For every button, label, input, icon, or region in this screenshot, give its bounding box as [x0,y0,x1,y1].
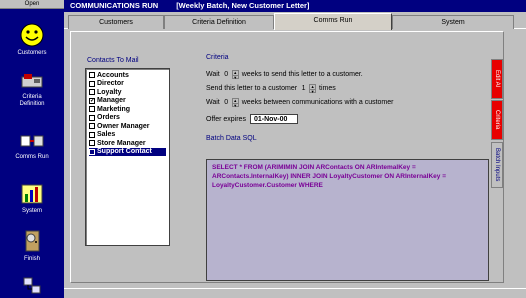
window-title: COMMUNICATIONS RUN [70,1,159,10]
contact-item-store-manager[interactable]: Store Manager [89,139,166,148]
contact-label: Store Manager [97,139,146,147]
sidebar-item-label: System [21,208,42,214]
contact-label: Support Contact [97,148,152,156]
checkbox[interactable] [89,140,95,147]
vtab-batch-inputs[interactable]: Batch Inputs [491,142,503,188]
chart-icon [21,184,43,204]
contact-item-accounts[interactable]: Accounts [89,71,166,80]
contact-item-orders[interactable]: Orders [89,114,166,123]
sidebar-item-system[interactable]: System [0,182,64,215]
sidebar-item-label: Customers [17,50,47,56]
comms-run-panel: Contacts To Mail Accounts Director Loyal… [70,31,504,283]
wait-send-value[interactable]: 0 [224,71,229,78]
send-times-spinner[interactable]: ▲ ▼ [309,84,317,94]
contact-item-owner-manager[interactable]: Owner Manager [89,122,166,131]
sidebar: Open Customers Criteria Definition Comms… [0,0,64,298]
wait-send-suffix: weeks to send this letter to a customer. [241,71,363,78]
window-subtitle: [Weekly Batch, New Customer Letter] [176,1,310,10]
contact-label: Accounts [97,71,129,79]
criteria-group-title: Criteria [206,54,229,61]
checkbox[interactable] [89,148,95,155]
spin-down-icon[interactable]: ▼ [232,103,238,108]
contacts-group-title: Contacts To Mail [87,57,139,64]
send-times-row: Send this letter to a customer 1 ▲ ▼ time… [206,84,336,94]
tab-criteria-definition[interactable]: Criteria Definition [164,15,274,29]
checkbox-checked[interactable]: ✓ [89,97,95,104]
sidebar-item-label: Criteria Definition [19,94,45,107]
wait-send-spinner[interactable]: ▲ ▼ [231,70,239,80]
contact-label: Owner Manager [97,122,150,130]
checkbox[interactable] [89,123,95,130]
window-title-bar: COMMUNICATIONS RUN [Weekly Batch, New Cus… [64,0,526,12]
contact-item-marketing[interactable]: Marketing [89,105,166,114]
send-prefix: Send this letter to a customer [206,85,298,92]
contact-label: Manager [97,97,126,105]
wait-between-value[interactable]: 0 [224,99,229,106]
offer-expires-row: Offer expires 01-Nov-00 [206,114,298,124]
wait-send-row: Wait 0 ▲ ▼ weeks to send this letter to a… [206,70,363,80]
contact-label: Sales [97,131,116,139]
network-icon [23,277,41,294]
tab-system[interactable]: System [392,15,514,29]
contact-item-manager[interactable]: ✓ Manager [89,97,166,106]
sidebar-top-label: Open [0,0,64,9]
sidebar-item-finish[interactable]: Finish [0,228,64,263]
contact-item-sales[interactable]: Sales [89,131,166,140]
batch-sql-textarea[interactable]: SELECT * FROM (ARIMIMIN JOIN ARContacts … [206,159,489,281]
tab-customers[interactable]: Customers [68,15,164,29]
contact-label: Marketing [97,105,131,113]
vtab-criteria[interactable]: Criteria [491,100,503,140]
contacts-list[interactable]: Accounts Director Loyalty ✓ Manager Marke… [85,68,170,246]
sidebar-item-customers[interactable]: Customers [0,22,64,57]
send-times-value[interactable]: 1 [301,85,306,92]
wait-between-suffix: weeks between communications with a cust… [241,99,394,106]
checkbox[interactable] [89,131,95,138]
cartridge-icon [21,74,43,88]
status-bar [64,288,526,298]
checkbox[interactable] [89,89,95,96]
smiley-face-icon [20,23,44,47]
contact-item-loyalty[interactable]: Loyalty [89,88,166,97]
checkbox[interactable] [89,114,95,121]
sidebar-item-network[interactable] [0,276,64,298]
contact-label: Director [97,80,124,88]
contact-item-support-contact[interactable]: Support Contact [89,147,166,156]
wait-between-row: Wait 0 ▲ ▼ weeks between communications w… [206,98,394,108]
spin-down-icon[interactable]: ▼ [232,75,238,80]
tab-bar: Customers Criteria Definition Comms Run … [64,12,526,30]
transfer-icon [20,135,44,147]
spin-down-icon[interactable]: ▼ [310,89,316,94]
sidebar-item-label: Finish [23,256,40,262]
checkbox[interactable] [89,72,95,79]
wait-send-prefix: Wait [206,71,220,78]
sidebar-item-comms-run[interactable]: Comms Run [0,130,64,161]
offer-expires-input[interactable]: 01-Nov-00 [249,114,298,124]
contact-item-director[interactable]: Director [89,80,166,89]
sql-label: Batch Data SQL [206,135,257,142]
wait-between-spinner[interactable]: ▲ ▼ [231,98,239,108]
vtab-edit-al[interactable]: Edit Al [491,59,503,99]
sidebar-item-criteria-definition[interactable]: Criteria Definition [0,70,64,108]
contact-label: Loyalty [97,88,122,96]
door-icon [25,230,40,252]
contact-label: Orders [97,114,120,122]
checkbox[interactable] [89,106,95,113]
sidebar-item-label: Comms Run [15,154,49,160]
wait-between-prefix: Wait [206,99,220,106]
checkbox[interactable] [89,80,95,87]
offer-expires-label: Offer expires [206,115,246,123]
send-suffix: times [319,85,336,92]
tab-comms-run[interactable]: Comms Run [274,13,392,30]
